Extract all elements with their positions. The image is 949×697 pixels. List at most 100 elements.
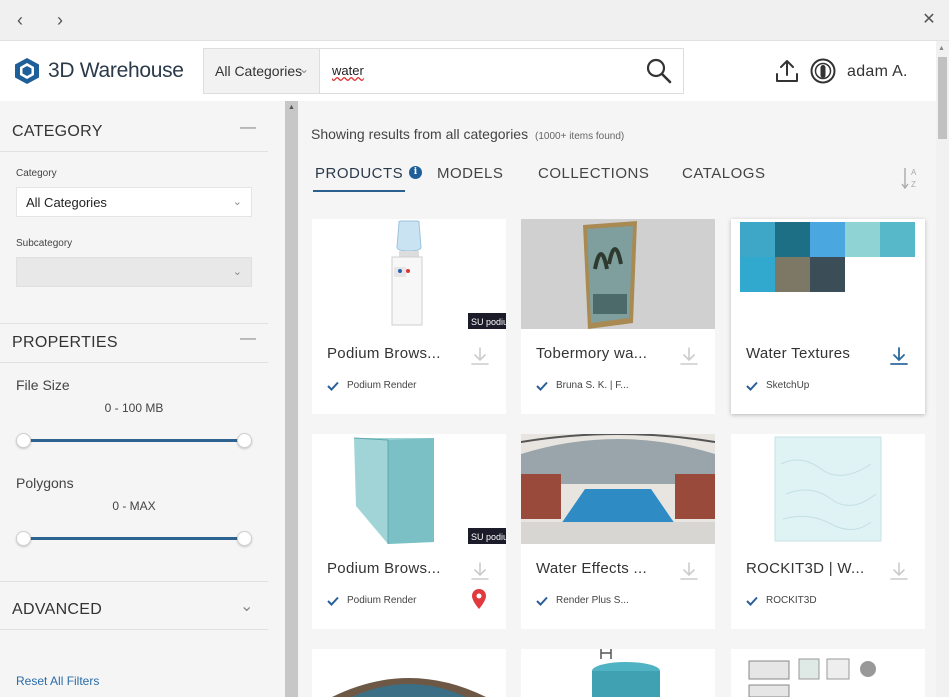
site-header: 3D Warehouse All Categories ⌄ water adam… [0,41,936,101]
polygons-min-handle[interactable] [16,531,31,546]
download-icon[interactable] [679,560,699,582]
product-title[interactable]: Water Textures [746,345,886,362]
advanced-section-title[interactable]: ADVANCED [12,601,102,619]
collapse-icon[interactable]: — [240,119,256,137]
product-card[interactable]: ROCKIT3D | W... ROCKIT3D [731,434,925,629]
user-avatar-icon[interactable] [810,58,836,84]
forward-arrow-icon[interactable]: › [49,9,71,31]
file-size-slider[interactable] [23,439,245,442]
divider [0,629,268,630]
tab-collections[interactable]: COLLECTIONS [538,165,649,182]
search-icon[interactable] [645,57,673,85]
product-title[interactable]: Tobermory wa... [536,345,676,362]
chevron-down-icon: ⌄ [232,266,242,278]
window-scrollbar-thumb[interactable] [938,57,947,139]
collapse-icon[interactable]: — [240,330,256,348]
tab-products[interactable]: PRODUCTS [315,165,403,182]
chevron-down-icon: ⌄ [298,62,309,76]
category-dropdown-value: All Categories [26,195,107,210]
product-card[interactable]: Tobermory wa... Bruna S. K. | F... [521,219,715,414]
product-card[interactable]: SU podium Podium Brows... Podium Render [312,219,506,414]
file-size-min-handle[interactable] [16,433,31,448]
product-thumbnail[interactable] [731,219,925,329]
product-thumbnail[interactable] [731,434,925,544]
water-cooler-icon: SU podium [312,219,506,329]
reset-filters-link[interactable]: Reset All Filters [16,674,99,688]
product-title[interactable]: ROCKIT3D | W... [746,560,886,577]
logo[interactable]: 3D Warehouse [14,57,184,85]
product-author: ROCKIT3D [746,595,817,606]
expand-chevron-icon[interactable]: ⌄ [240,596,253,616]
product-title[interactable]: Podium Brows... [327,560,467,577]
water-texture-icon [731,434,925,544]
product-title[interactable]: Podium Brows... [327,345,467,362]
polygons-max-handle[interactable] [237,531,252,546]
divider [0,581,268,582]
product-card[interactable] [312,649,506,697]
filter-sidebar: CATEGORY — Category All Categories ⌄ Sub… [0,101,285,697]
chevron-down-icon: ⌄ [232,196,242,208]
search-input[interactable]: water [321,49,641,93]
verified-check-icon [746,381,758,391]
author-name[interactable]: Render Plus S... [556,595,629,606]
location-pin-icon[interactable] [472,589,486,609]
product-thumbnail[interactable] [521,434,715,544]
upload-icon[interactable] [774,58,800,84]
product-card[interactable] [521,649,715,697]
file-size-label: File Size [16,377,70,393]
subcategory-dropdown[interactable]: ⌄ [16,257,252,287]
category-label: Category [16,168,57,179]
search-category-select[interactable]: All Categories ⌄ [204,49,320,93]
category-section-title[interactable]: CATEGORY [12,123,103,141]
polygons-label: Polygons [16,475,74,491]
download-icon[interactable] [889,560,909,582]
close-icon[interactable]: ✕ [918,9,940,31]
indoor-pool-icon [521,434,715,544]
product-author: Podium Render [327,380,416,391]
product-card[interactable]: SU podium Podium Brows... Podium Render [312,434,506,629]
download-icon[interactable] [679,345,699,367]
info-icon[interactable]: i [409,166,422,179]
category-dropdown[interactable]: All Categories ⌄ [16,187,252,217]
divider [0,151,268,152]
author-name[interactable]: SketchUp [766,380,809,391]
sinks-thumbnail-icon [731,649,925,697]
download-icon[interactable] [470,345,490,367]
glass-cube-icon: SU podium [312,434,506,544]
author-name[interactable]: ROCKIT3D [766,595,817,606]
podium-watermark: SU podium [471,532,506,542]
verified-check-icon [746,596,758,606]
product-thumbnail[interactable]: SU podium [312,434,506,544]
svg-text:Z: Z [911,180,916,189]
author-name[interactable]: Bruna S. K. | F... [556,380,629,391]
verified-check-icon [536,596,548,606]
author-name[interactable]: Podium Render [347,380,416,391]
window-scrollbar[interactable]: ▲ [936,41,949,697]
tab-models[interactable]: MODELS [437,165,503,182]
sidebar-scrollbar[interactable]: ▲ [285,101,298,697]
scroll-up-arrow-icon[interactable]: ▲ [288,104,295,111]
product-card[interactable]: Water Effects ... Render Plus S... [521,434,715,629]
product-title[interactable]: Water Effects ... [536,560,676,577]
texture-swatches-icon [731,219,925,329]
sort-alpha-icon[interactable]: A Z [900,165,920,191]
download-icon[interactable] [470,560,490,582]
product-thumbnail[interactable] [521,219,715,329]
active-tab-indicator [313,190,405,192]
polygons-slider[interactable] [23,537,245,540]
product-card[interactable]: Water Textures SketchUp [731,219,925,414]
properties-section-title[interactable]: PROPERTIES [12,334,118,352]
username[interactable]: adam A. [847,63,908,81]
download-icon[interactable] [889,345,909,367]
back-arrow-icon[interactable]: ‹ [9,9,31,31]
tab-catalogs[interactable]: CATALOGS [682,165,765,182]
logo-text: 3D Warehouse [48,59,184,82]
author-name[interactable]: Podium Render [347,595,416,606]
scroll-up-arrow-icon[interactable]: ▲ [938,45,945,52]
product-thumbnail[interactable]: SU podium [312,219,506,329]
product-author: Podium Render [327,595,416,606]
search-category-label: All Categories [215,63,303,79]
file-size-max-handle[interactable] [237,433,252,448]
fountain-thumbnail-icon [312,649,506,697]
product-card[interactable] [731,649,925,697]
